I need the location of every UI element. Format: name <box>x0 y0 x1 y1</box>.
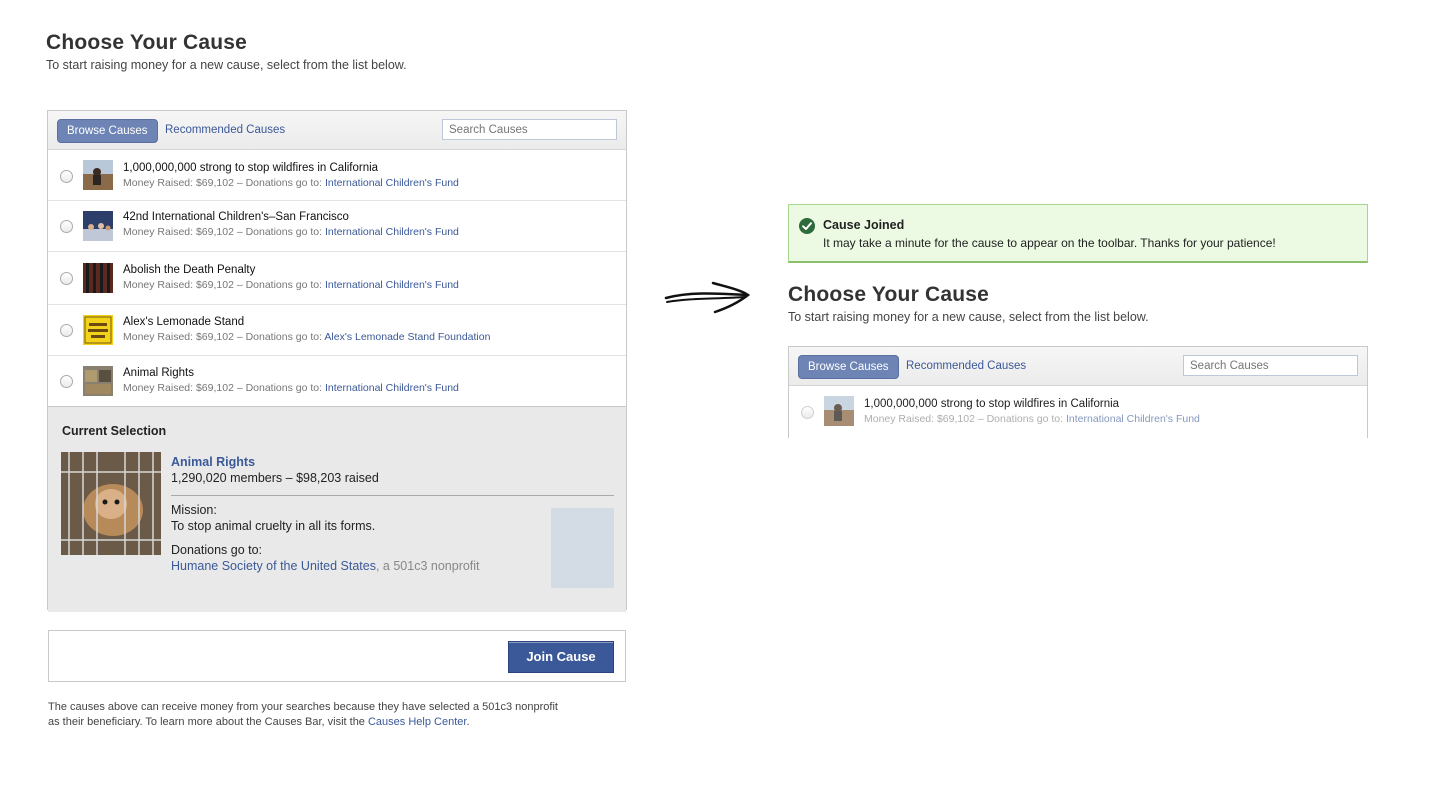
cause-radio[interactable] <box>60 220 73 233</box>
cause-row[interactable]: 1,000,000,000 strong to stop wildfires i… <box>48 150 626 201</box>
join-cause-button[interactable]: Join Cause <box>508 641 614 673</box>
cause-radio[interactable] <box>60 375 73 388</box>
footer-text: The causes above can receive money from … <box>48 701 558 728</box>
beneficiary-link[interactable]: International Children's Fund <box>325 382 459 394</box>
page-title: Choose Your Cause <box>46 31 248 54</box>
cause-radio[interactable] <box>60 170 73 183</box>
cause-thumbnail <box>83 315 113 345</box>
cause-raised-text: Money Raised: $69,102 – Donations go to: <box>123 331 325 343</box>
cause-raised-text-after: Money Raised: $69,102 – Donations go to: <box>864 413 1066 425</box>
causes-toolbar: Browse Causes Recommended Causes <box>48 111 626 150</box>
cause-row[interactable]: Animal Rights Money Raised: $69,102 – Do… <box>48 356 626 406</box>
cause-meta: Money Raised: $69,102 – Donations go to:… <box>123 382 459 394</box>
cause-list: 1,000,000,000 strong to stop wildfires i… <box>48 150 626 406</box>
cause-title[interactable]: Animal Rights <box>123 367 194 379</box>
current-selection-heading: Current Selection <box>62 424 167 438</box>
beneficiary-link[interactable]: Alex's Lemonade Stand Foundation <box>324 331 490 343</box>
tab-recommended-causes[interactable]: Recommended Causes <box>165 119 285 141</box>
donations-label: Donations go to: <box>171 543 263 557</box>
org-link[interactable]: Humane Society of the United States <box>171 559 376 573</box>
cause-meta: Money Raised: $69,102 – Donations go to:… <box>123 226 459 238</box>
cause-row[interactable]: Alex's Lemonade Stand Money Raised: $69,… <box>48 305 626 356</box>
cause-raised-text: Money Raised: $69,102 – Donations go to: <box>123 226 325 238</box>
page-subtitle: To start raising money for a new cause, … <box>46 58 407 72</box>
causes-toolbar-after: Browse Causes Recommended Causes <box>789 347 1367 386</box>
cause-thumbnail <box>83 160 113 190</box>
cause-row[interactable]: 42nd International Children's–San Franci… <box>48 201 626 252</box>
cause-row[interactable]: Abolish the Death Penalty Money Raised: … <box>48 252 626 305</box>
search-causes-input-after[interactable] <box>1183 355 1358 376</box>
notice-text: It may take a minute for the cause to ap… <box>823 236 1276 250</box>
causes-panel-after: Browse Causes Recommended Causes 1,000,0… <box>788 346 1368 438</box>
cause-raised-text: Money Raised: $69,102 – Donations go to: <box>123 177 325 189</box>
cause-thumbnail-after <box>824 396 854 426</box>
cause-meta-after: Money Raised: $69,102 – Donations go to:… <box>864 413 1200 425</box>
beneficiary-link-after[interactable]: International Children's Fund <box>1066 413 1200 425</box>
cause-title-after[interactable]: 1,000,000,000 strong to stop wildfires i… <box>864 398 1119 410</box>
search-causes-input[interactable] <box>442 119 617 140</box>
join-bar: Join Cause <box>48 630 626 682</box>
placeholder-box <box>551 508 614 588</box>
cause-thumbnail <box>83 366 113 396</box>
selected-cause-name[interactable]: Animal Rights <box>171 455 255 469</box>
cause-row-after[interactable]: 1,000,000,000 strong to stop wildfires i… <box>789 386 1367 438</box>
cause-radio[interactable] <box>60 324 73 337</box>
notice-title: Cause Joined <box>823 218 905 232</box>
page-subtitle-after: To start raising money for a new cause, … <box>788 310 1149 324</box>
org-suffix: , a 501c3 nonprofit <box>375 559 480 573</box>
cause-meta: Money Raised: $69,102 – Donations go to:… <box>123 279 459 291</box>
animal-photo <box>61 452 161 555</box>
selected-cause-stats: 1,290,020 members – $98,203 raised <box>171 471 379 485</box>
cause-radio-after[interactable] <box>801 406 814 419</box>
current-selection: Current Selection Animal Rights 1,290,02… <box>48 406 626 612</box>
divider <box>171 495 614 496</box>
beneficiary-link[interactable]: International Children's Fund <box>325 226 459 238</box>
cause-title[interactable]: 1,000,000,000 strong to stop wildfires i… <box>123 162 378 174</box>
cause-title[interactable]: Abolish the Death Penalty <box>123 264 255 276</box>
cause-joined-notice: Cause Joined It may take a minute for th… <box>788 204 1368 263</box>
beneficiary-link[interactable]: International Children's Fund <box>325 177 459 189</box>
causes-help-center-link[interactable]: Causes Help Center <box>368 716 466 728</box>
cause-title[interactable]: 42nd International Children's–San Franci… <box>123 211 349 223</box>
cause-meta: Money Raised: $69,102 – Donations go to:… <box>123 177 459 189</box>
cause-thumbnail <box>83 263 113 293</box>
arrow-right-icon <box>664 281 751 314</box>
footer-note: The causes above can receive money from … <box>48 700 568 730</box>
cause-raised-text: Money Raised: $69,102 – Donations go to: <box>123 279 325 291</box>
mission-label: Mission: <box>171 503 217 517</box>
cause-thumbnail <box>83 211 113 241</box>
mission-text: To stop animal cruelty in all its forms. <box>171 519 376 533</box>
tab-browse-causes-after[interactable]: Browse Causes <box>798 355 899 379</box>
footer-end: . <box>466 716 470 728</box>
cause-raised-text: Money Raised: $69,102 – Donations go to: <box>123 382 325 394</box>
cause-title[interactable]: Alex's Lemonade Stand <box>123 316 244 328</box>
causes-panel: Browse Causes Recommended Causes 1,000,0… <box>47 110 627 612</box>
tab-browse-causes[interactable]: Browse Causes <box>57 119 158 143</box>
tab-recommended-causes-after[interactable]: Recommended Causes <box>906 355 1026 377</box>
donations-org: Humane Society of the United States, a 5… <box>171 559 480 573</box>
cause-radio[interactable] <box>60 272 73 285</box>
checkmark-icon <box>799 218 815 234</box>
cause-meta: Money Raised: $69,102 – Donations go to:… <box>123 331 490 343</box>
page-title-after: Choose Your Cause <box>788 283 990 306</box>
beneficiary-link[interactable]: International Children's Fund <box>325 279 459 291</box>
